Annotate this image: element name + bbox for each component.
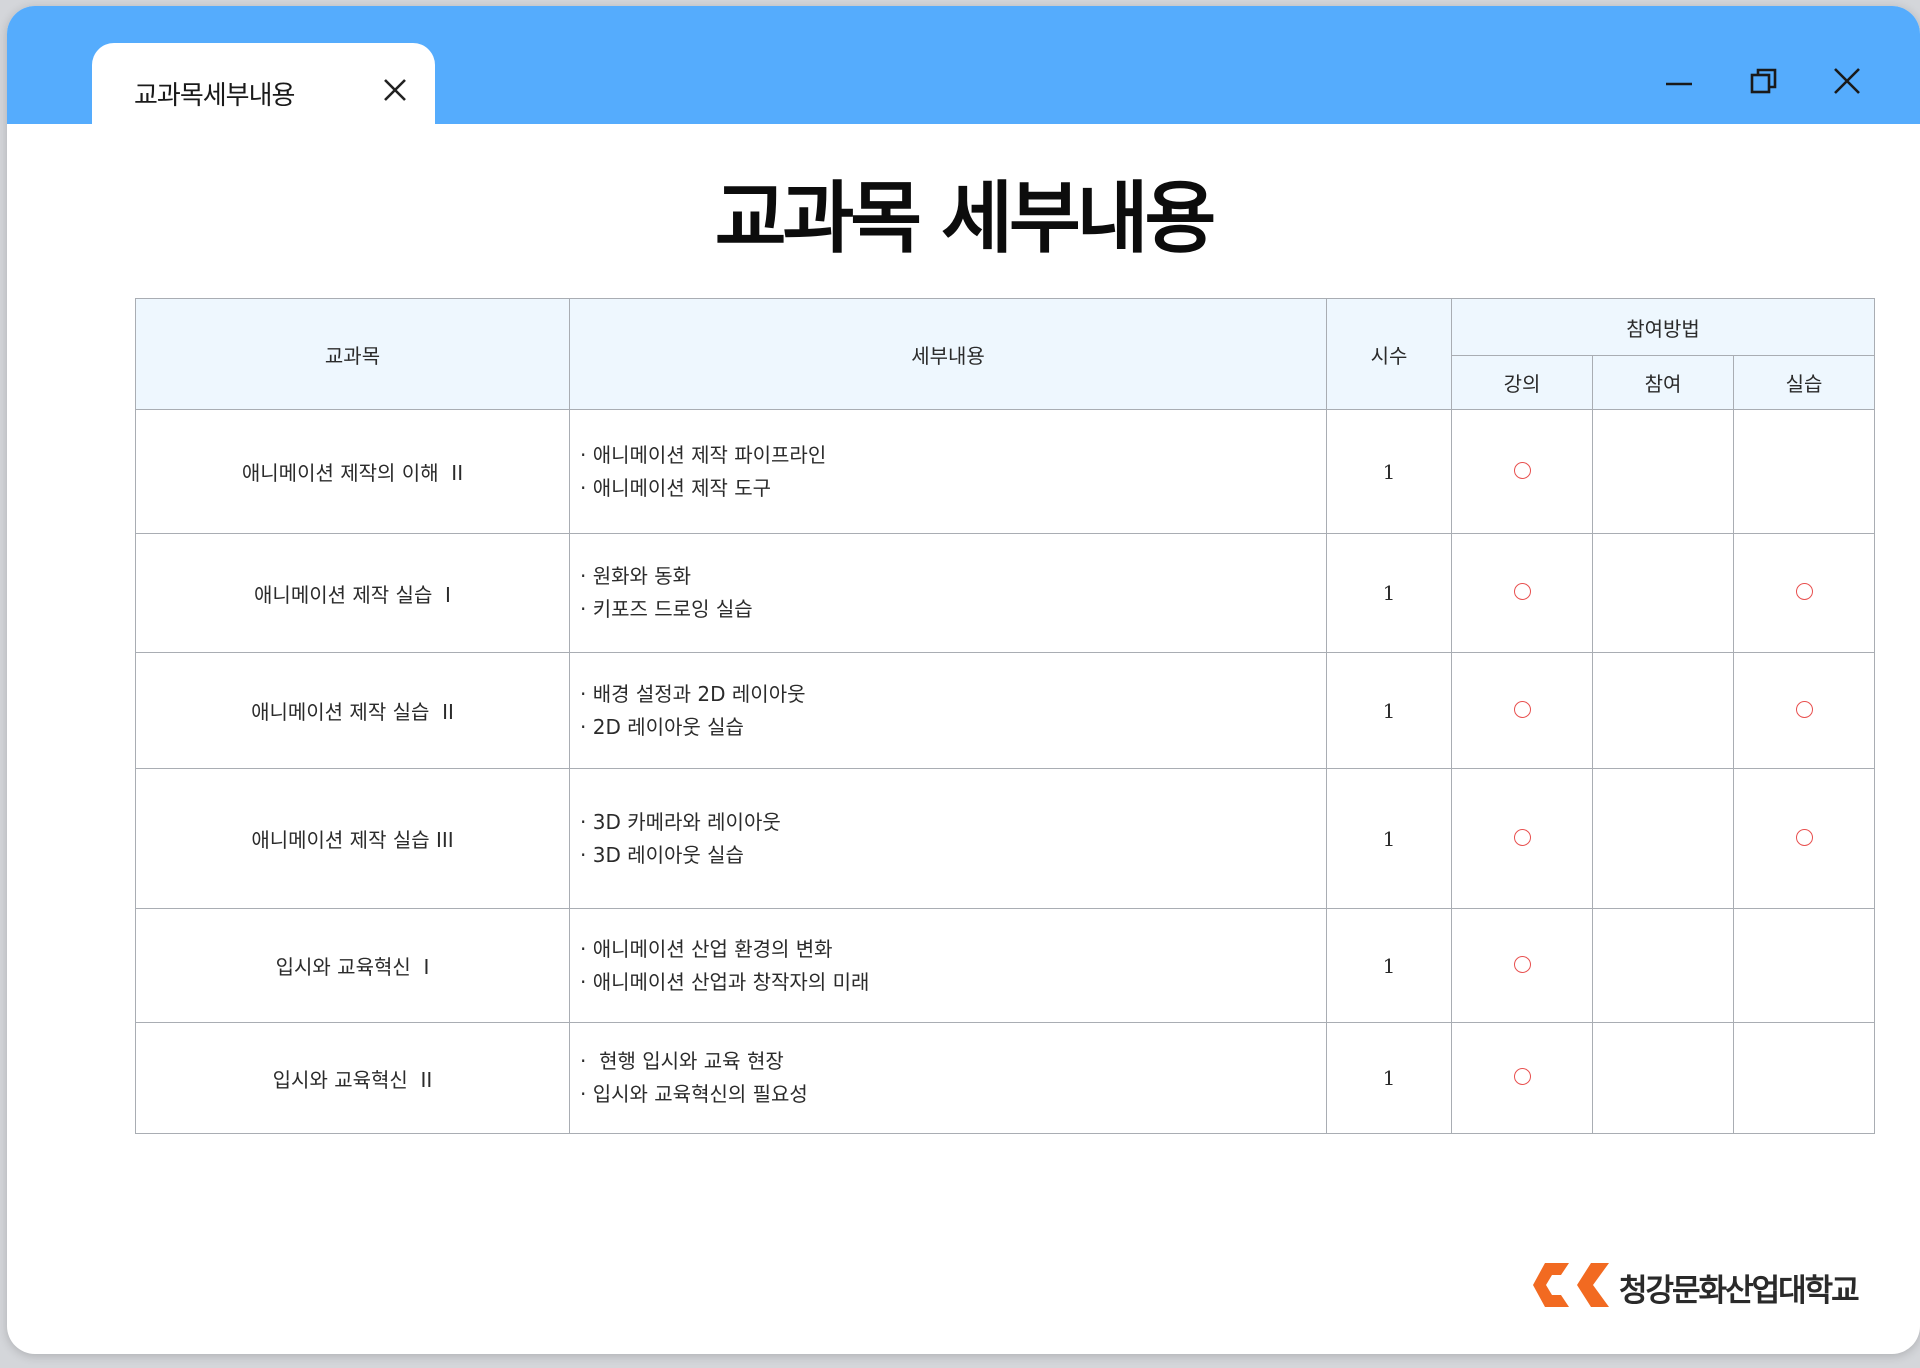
- cell-participation: [1592, 409, 1734, 534]
- cell-hours: 1: [1326, 908, 1452, 1023]
- cell-hours: 1: [1326, 409, 1452, 534]
- check-circle-icon: [1513, 583, 1531, 600]
- detail-line: · 애니메이션 산업 환경의 변화: [580, 936, 833, 961]
- table-body: 애니메이션 제작의 이해 II · 애니메이션 제작 파이프라인 · 애니메이션 제…: [135, 409, 1875, 1134]
- cell-lecture: [1451, 908, 1593, 1023]
- cell-lecture: [1451, 409, 1593, 534]
- check-circle-icon: [1513, 955, 1531, 973]
- cell-hours: 1: [1326, 768, 1452, 909]
- cell-practice: [1733, 533, 1875, 653]
- minimize-icon[interactable]: [1662, 64, 1696, 98]
- cell-subject: 애니메이션 제작 실습 III: [135, 768, 570, 909]
- check-circle-icon: [1513, 1068, 1531, 1085]
- check-circle-icon: [1513, 700, 1531, 718]
- cell-lecture: [1451, 533, 1593, 653]
- page-title: 교과목 세부내용: [714, 174, 1216, 264]
- check-circle-icon: [1795, 828, 1813, 846]
- cell-detail: · 애니메이션 제작 파이프라인 · 애니메이션 제작 도구: [569, 409, 1327, 534]
- title-bar: 교과목세부내용: [7, 6, 1920, 143]
- check-circle-icon: [1513, 461, 1531, 479]
- cell-lecture: [1451, 1022, 1593, 1134]
- cell-participation: [1592, 652, 1734, 769]
- cell-lecture: [1451, 652, 1593, 769]
- check-circle-icon: [1513, 828, 1531, 846]
- university-logo: 청강문화산업대학교: [1531, 1259, 1871, 1311]
- cell-hours: 1: [1326, 1022, 1452, 1134]
- table-row: 애니메이션 제작 실습 III · 3D 카메라와 레이아웃 · 3D 레이아웃 실…: [135, 768, 1875, 909]
- detail-line: · 현행 입시와 교육 현장: [580, 1049, 784, 1073]
- cell-participation: [1592, 533, 1734, 653]
- cell-participation: [1592, 908, 1734, 1023]
- cell-subject: 애니메이션 제작 실습 I: [135, 533, 570, 653]
- tab-course-details[interactable]: 교과목세부내용: [92, 43, 435, 143]
- header-detail: 세부내용: [569, 298, 1327, 410]
- header-participation: 참여: [1592, 355, 1734, 410]
- cell-detail: · 배경 설정과 2D 레이아웃 · 2D 레이아웃 실습: [569, 652, 1327, 769]
- header-practice: 실습: [1733, 355, 1875, 410]
- cell-practice: [1733, 768, 1875, 909]
- table-row: 입시와 교육혁신 II · 현행 입시와 교육 현장 · 입시와 교육혁신의 필요성…: [135, 1022, 1875, 1134]
- detail-line: · 배경 설정과 2D 레이아웃: [580, 681, 806, 706]
- detail-line: · 애니메이션 제작 파이프라인: [580, 442, 827, 467]
- table-row: 애니메이션 제작의 이해 II · 애니메이션 제작 파이프라인 · 애니메이션 제…: [135, 409, 1875, 534]
- detail-line: · 3D 레이아웃 실습: [580, 842, 744, 867]
- cell-subject: 애니메이션 제작 실습 II: [135, 652, 570, 769]
- table-row: 입시와 교육혁신 I · 애니메이션 산업 환경의 변화 · 애니메이션 산업과 창…: [135, 908, 1875, 1023]
- cell-detail: · 3D 카메라와 레이아웃 · 3D 레이아웃 실습: [569, 768, 1327, 909]
- app-window: 교과목세부내용 교과목 세부내용 교과목 세부내용 시수 참여방법 강의 참여 …: [7, 6, 1920, 1354]
- detail-line: · 입시와 교육혁신의 필요성: [580, 1082, 808, 1106]
- cell-detail: · 현행 입시와 교육 현장 · 입시와 교육혁신의 필요성: [569, 1022, 1327, 1134]
- cell-detail: · 원화와 동화 · 키포즈 드로잉 실습: [569, 533, 1327, 653]
- header-hours: 시수: [1326, 298, 1452, 410]
- cell-subject: 입시와 교육혁신 II: [135, 1022, 570, 1134]
- university-logo-mark-icon: [1533, 1263, 1609, 1307]
- cell-practice: [1733, 1022, 1875, 1134]
- detail-line: · 키포즈 드로잉 실습: [580, 597, 753, 621]
- cell-subject: 애니메이션 제작의 이해 II: [135, 409, 570, 534]
- table-row: 애니메이션 제작 실습 II · 배경 설정과 2D 레이아웃 · 2D 레이아웃 …: [135, 652, 1875, 769]
- cell-practice: [1733, 409, 1875, 534]
- cell-hours: 1: [1326, 652, 1452, 769]
- header-method: 참여방법: [1451, 298, 1875, 356]
- cell-participation: [1592, 1022, 1734, 1134]
- header-subject: 교과목: [135, 298, 570, 410]
- cell-participation: [1592, 768, 1734, 909]
- tab-close-icon[interactable]: [380, 75, 410, 105]
- cell-subject: 입시와 교육혁신 I: [135, 908, 570, 1023]
- cell-lecture: [1451, 768, 1593, 909]
- close-icon[interactable]: [1830, 64, 1864, 98]
- header-lecture: 강의: [1451, 355, 1593, 410]
- cell-detail: · 애니메이션 산업 환경의 변화 · 애니메이션 산업과 창작자의 미래: [569, 908, 1327, 1023]
- detail-line: · 애니메이션 산업과 창작자의 미래: [580, 969, 870, 994]
- detail-line: · 2D 레이아웃 실습: [580, 714, 744, 739]
- table-row: 애니메이션 제작 실습 I · 원화와 동화 · 키포즈 드로잉 실습 1: [135, 533, 1875, 653]
- cell-hours: 1: [1326, 533, 1452, 653]
- restore-icon[interactable]: [1747, 64, 1781, 98]
- university-logo-text: 청강문화산업대학교: [1619, 1273, 1860, 1309]
- check-circle-icon: [1795, 583, 1813, 600]
- detail-line: · 애니메이션 제작 도구: [580, 475, 772, 500]
- check-circle-icon: [1795, 700, 1813, 718]
- cell-practice: [1733, 652, 1875, 769]
- detail-line: · 3D 카메라와 레이아웃: [580, 809, 781, 834]
- tab-label: 교과목세부내용: [134, 81, 295, 111]
- detail-line: · 원화와 동화: [580, 564, 692, 588]
- course-table: 교과목 세부내용 시수 참여방법 강의 참여 실습 애니메이션 제작의 이해 I…: [135, 298, 1875, 1134]
- cell-practice: [1733, 908, 1875, 1023]
